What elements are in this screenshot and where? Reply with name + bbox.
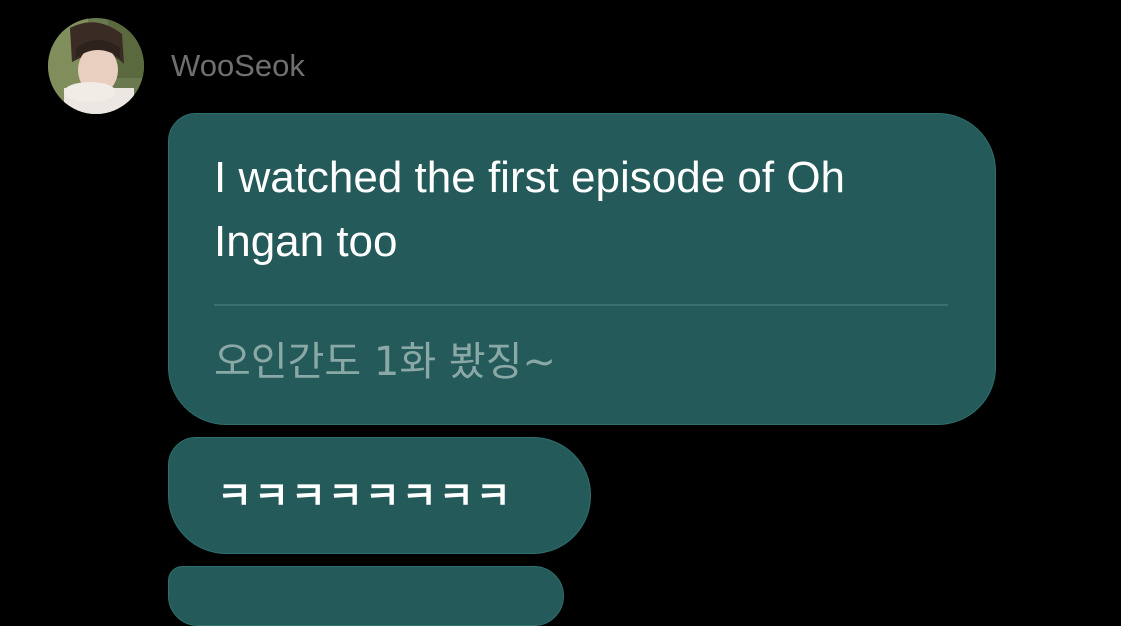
avatar[interactable] bbox=[48, 18, 144, 114]
message-bubble[interactable]: I watched the first episode of Oh Ingan … bbox=[168, 113, 996, 425]
message-bubble-partial[interactable] bbox=[168, 566, 564, 626]
message-text: I watched the first episode of Oh Ingan … bbox=[214, 153, 846, 266]
message-translation: 오인간도 1화 봤징~ bbox=[214, 339, 556, 385]
sender-name: WooSeok bbox=[171, 48, 305, 83]
profile-photo-icon bbox=[48, 18, 144, 114]
translation-divider bbox=[214, 304, 948, 306]
message-bubble[interactable]: ㅋㅋㅋㅋㅋㅋㅋㅋ bbox=[168, 437, 591, 554]
message-text: ㅋㅋㅋㅋㅋㅋㅋㅋ bbox=[217, 474, 513, 518]
